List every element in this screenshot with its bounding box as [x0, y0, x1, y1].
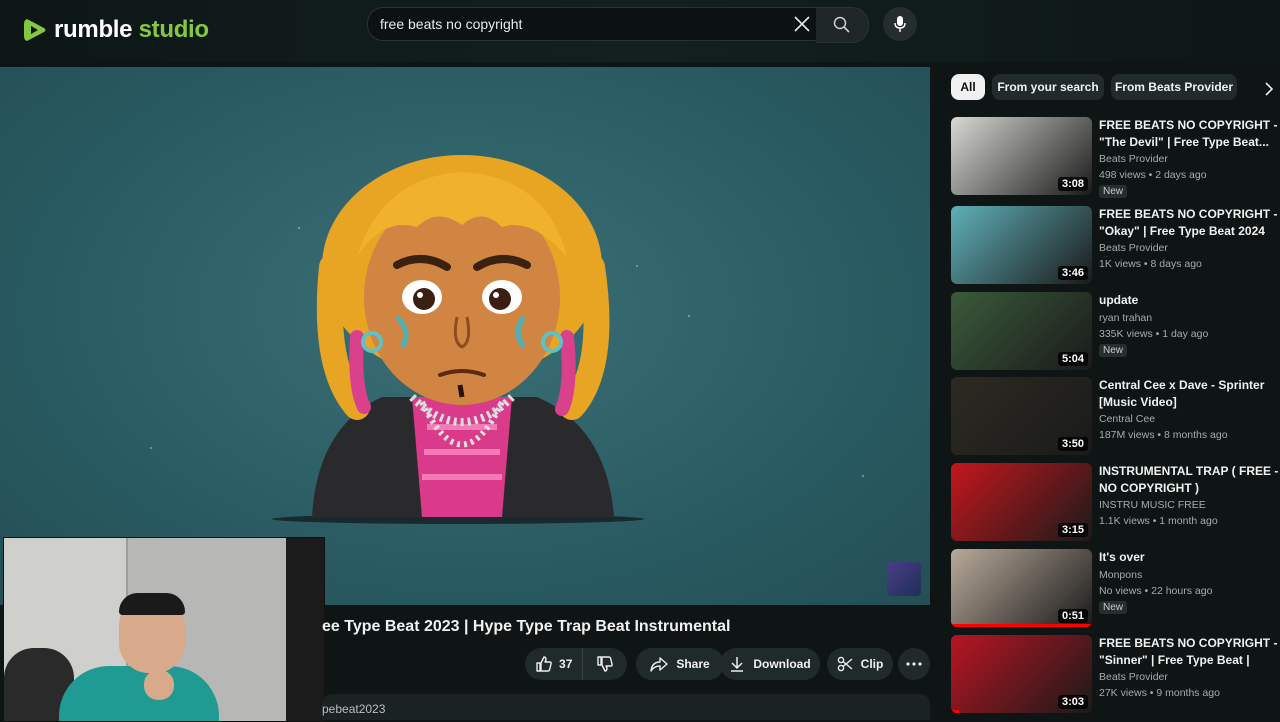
- search-query: free beats no copyright: [380, 16, 523, 32]
- recommendation-item[interactable]: 3:08 FREE BEATS NO COPYRIGHT - "The Devil…: [951, 117, 1280, 198]
- webcam-overlay: [3, 537, 325, 722]
- recommendation-channel[interactable]: ryan trahan: [1099, 312, 1152, 324]
- video-player[interactable]: [0, 67, 930, 605]
- duration-badge: 3:08: [1057, 177, 1088, 191]
- cartoon-character-artwork: [272, 155, 644, 524]
- recommendation-channel[interactable]: Beats Provider: [1099, 153, 1168, 165]
- recommendation-title[interactable]: FREE BEATS NO COPYRIGHT - "Sinner" | Fre…: [1099, 635, 1279, 669]
- recommendation-meta: 335K views • 1 day ago: [1099, 328, 1209, 340]
- new-badge: New: [1099, 601, 1128, 614]
- chip-from-your-search[interactable]: From your search: [992, 74, 1104, 100]
- recommendation-item[interactable]: 3:15 INSTRUMENTAL TRAP ( FREE - NO COPYRI…: [951, 463, 1280, 543]
- video-thumbnail[interactable]: 3:46: [951, 206, 1092, 284]
- download-button[interactable]: Download: [720, 648, 820, 680]
- video-thumbnail[interactable]: 0:51: [951, 549, 1092, 627]
- star-dot: [150, 447, 152, 449]
- rumble-logo-icon: [24, 19, 46, 41]
- search-button[interactable]: [816, 7, 869, 43]
- voice-search-button[interactable]: [883, 7, 917, 41]
- person-hand: [144, 670, 174, 700]
- recommendation-meta: 27K views • 9 months ago: [1099, 687, 1220, 699]
- search-icon: [833, 16, 850, 33]
- duration-badge: 3:03: [1057, 695, 1088, 709]
- like-count: 37: [559, 657, 573, 671]
- recommendation-meta: 498 views • 2 days ago: [1099, 169, 1207, 181]
- share-icon: [650, 657, 669, 672]
- more-actions-button[interactable]: [898, 648, 930, 680]
- recommendation-title[interactable]: It's over: [1099, 549, 1279, 566]
- clip-label: Clip: [860, 657, 884, 671]
- recommendation-channel[interactable]: INSTRU MUSIC FREE: [1099, 499, 1206, 511]
- more-horizontal-icon: [906, 662, 922, 666]
- recommendation-channel[interactable]: Beats Provider: [1099, 242, 1168, 254]
- dislike-button[interactable]: [583, 648, 627, 680]
- video-thumbnail[interactable]: 3:03: [951, 635, 1092, 713]
- recommendation-title[interactable]: update: [1099, 292, 1279, 309]
- video-title: ee Type Beat 2023 | Hype Type Trap Beat …: [322, 618, 731, 635]
- video-thumbnail[interactable]: 3:15: [951, 463, 1092, 541]
- duration-badge: 3:50: [1057, 437, 1088, 451]
- scissors-icon: [837, 656, 853, 672]
- recommendation-title[interactable]: FREE BEATS NO COPYRIGHT - "Okay" | Free …: [1099, 206, 1279, 240]
- star-dot: [862, 475, 864, 477]
- new-badge: New: [1099, 344, 1128, 357]
- duration-badge: 5:04: [1057, 352, 1088, 366]
- description-text: pebeat2023: [322, 702, 386, 716]
- share-label: Share: [676, 657, 710, 671]
- like-button[interactable]: 37: [525, 648, 584, 680]
- clip-button[interactable]: Clip: [827, 648, 893, 680]
- recommendation-meta: No views • 22 hours ago: [1099, 585, 1213, 597]
- recommendation-meta: 1K views • 8 days ago: [1099, 258, 1202, 270]
- recommendation-item[interactable]: 0:51 It's over Monpons No views • 22 hours …: [951, 549, 1280, 629]
- recommendation-item[interactable]: 3:46 FREE BEATS NO COPYRIGHT - "Okay" | F…: [951, 206, 1280, 286]
- close-icon[interactable]: [792, 14, 812, 34]
- recommendation-item[interactable]: 5:04 update ryan trahan 335K views • 1 day …: [951, 292, 1280, 372]
- new-badge: New: [1099, 185, 1128, 198]
- recommendation-channel[interactable]: Monpons: [1099, 569, 1142, 581]
- download-icon: [731, 657, 744, 672]
- star-dot: [688, 315, 690, 317]
- logo-text-rumble: rumble: [54, 16, 133, 43]
- thumbs-down-icon: [597, 656, 614, 672]
- download-label: Download: [753, 657, 811, 671]
- dark-wall: [286, 538, 324, 721]
- person-hair: [119, 593, 185, 615]
- recommendation-channel[interactable]: Beats Provider: [1099, 671, 1168, 683]
- thumbs-up-icon: [536, 656, 552, 672]
- video-thumbnail[interactable]: 3:08: [951, 117, 1092, 195]
- channel-watermark[interactable]: [887, 562, 921, 596]
- top-bar: rumble studio free beats no copyright: [0, 0, 1280, 62]
- chevron-right-icon[interactable]: [1262, 80, 1276, 98]
- recommendation-item[interactable]: 3:03 FREE BEATS NO COPYRIGHT - "Sinner" |…: [951, 635, 1280, 715]
- share-button[interactable]: Share: [636, 648, 724, 680]
- duration-badge: 3:46: [1057, 266, 1088, 280]
- recommendation-meta: 187M views • 8 months ago: [1099, 429, 1228, 441]
- microphone-icon: [894, 16, 906, 32]
- search-input[interactable]: free beats no copyright: [367, 7, 819, 41]
- person-shirt: [59, 666, 219, 721]
- duration-badge: 3:15: [1057, 523, 1088, 537]
- video-thumbnail[interactable]: 5:04: [951, 292, 1092, 370]
- recommendation-title[interactable]: INSTRUMENTAL TRAP ( FREE - NO COPYRIGHT …: [1099, 463, 1279, 497]
- recommendation-title[interactable]: Central Cee x Dave - Sprinter [Music Vid…: [1099, 377, 1279, 411]
- logo-text-studio: studio: [138, 16, 210, 43]
- recommendation-item[interactable]: 3:50 Central Cee x Dave - Sprinter [Music…: [951, 377, 1280, 457]
- recommendation-title[interactable]: FREE BEATS NO COPYRIGHT - "The Devil" | …: [1099, 117, 1279, 151]
- watch-progress-bar: [951, 710, 960, 713]
- chip-from-beats-provider[interactable]: From Beats Provider: [1111, 74, 1237, 100]
- chip-all[interactable]: All: [951, 74, 985, 100]
- recommendation-meta: 1.1K views • 1 month ago: [1099, 515, 1218, 527]
- watch-progress-bar: [951, 624, 1092, 627]
- like-dislike-group: 37: [525, 648, 627, 680]
- logo-text: rumble studio: [54, 16, 209, 44]
- rumble-studio-logo[interactable]: rumble studio: [22, 16, 209, 44]
- description-box[interactable]: pebeat2023: [322, 694, 930, 720]
- duration-badge: 0:51: [1057, 609, 1088, 623]
- video-thumbnail[interactable]: 3:50: [951, 377, 1092, 455]
- recommendation-channel[interactable]: Central Cee: [1099, 413, 1155, 425]
